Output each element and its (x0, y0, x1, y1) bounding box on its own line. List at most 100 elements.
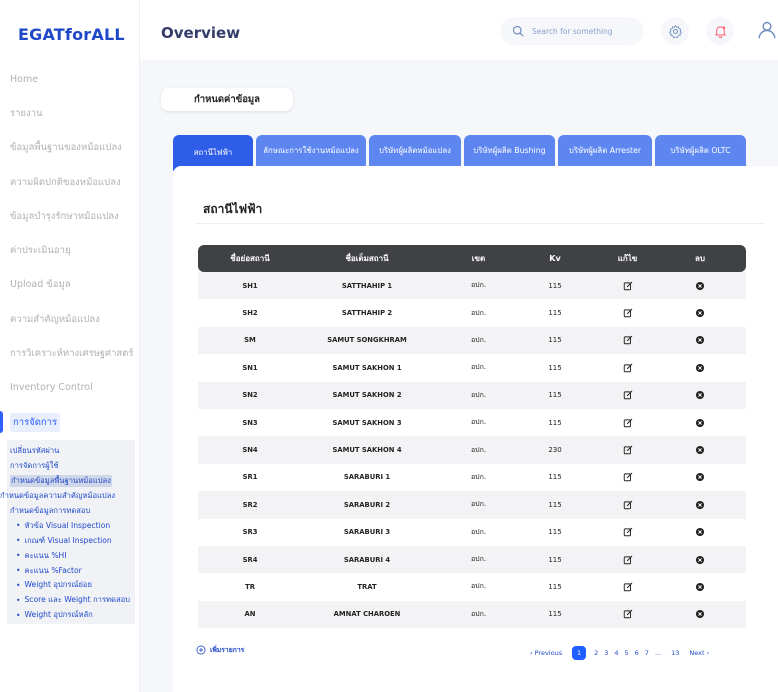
pagination-page[interactable]: 2 (594, 649, 598, 657)
search-bar[interactable] (500, 17, 644, 45)
pagination-previous[interactable]: Previous (535, 649, 562, 657)
cell-kv: 115 (548, 473, 562, 482)
cell-zone: อปก. (470, 527, 487, 536)
pagination-page[interactable]: 5 (625, 649, 629, 657)
sidebar-item-reports[interactable]: รายงาน (0, 96, 140, 130)
delete-button[interactable] (670, 472, 730, 482)
delete-icon (695, 391, 705, 400)
edit-button[interactable] (585, 363, 670, 373)
pagination-page[interactable]: 6 (635, 649, 639, 657)
delete-button[interactable] (670, 418, 730, 428)
submenu-item-visual-criteria[interactable]: เกณฑ์ Visual Inspection (10, 533, 142, 548)
column-header-code[interactable]: ชื่อย่อสถานี (198, 252, 302, 265)
cell-zone: อปก. (470, 390, 487, 399)
sidebar-item-home[interactable]: Home (0, 62, 140, 96)
cell-code: TR (245, 582, 255, 591)
add-item-button[interactable]: เพิ่มรายการ (196, 644, 244, 655)
submenu-item-sub-weight[interactable]: Weight อุปกรณ์ย่อย (10, 578, 142, 593)
tab-oltc-manufacturer[interactable]: บริษัทผู้ผลิต OLTC (655, 135, 746, 167)
sidebar-item-transformer-faults[interactable]: ความผิดปกติของหม้อแปลง (0, 165, 140, 199)
table-row: AN AMNAT CHAROEN อปก. 115 (198, 600, 746, 629)
delete-icon (695, 363, 705, 372)
edit-button[interactable] (585, 500, 670, 510)
table-row: SM SAMUT SONGKHRAM อปก. 115 (198, 326, 746, 355)
cell-name: SARABURI 3 (343, 528, 391, 537)
submenu-item-hi-score[interactable]: คะแนน %HI (10, 548, 142, 563)
cell-code: SH2 (242, 309, 258, 318)
tab-transformer-manufacturer[interactable]: บริษัทผู้ผลิตหม้อแปลง (369, 135, 461, 167)
edit-button[interactable] (585, 472, 670, 482)
sidebar-item-importance[interactable]: ความสำคัญหม้อแปลง (0, 302, 140, 336)
delete-button[interactable] (670, 445, 730, 455)
submenu-item-main-weight[interactable]: Weight อุปกรณ์หลัก (10, 608, 142, 623)
sidebar-item-transformer-basic-data[interactable]: ข้อมูลพื้นฐานของหม้อแปลง (0, 131, 140, 165)
column-header-zone[interactable]: เขต (432, 252, 525, 265)
divider (196, 223, 764, 224)
sidebar-item-life-assessment[interactable]: ค่าประเมินอายุ (0, 233, 140, 267)
tab-arrester-manufacturer[interactable]: บริษัทผู้ผลิต Arrester (558, 135, 652, 167)
chevron-left-icon: ‹ (530, 649, 533, 657)
cell-kv: 115 (548, 391, 562, 400)
search-input[interactable] (532, 26, 642, 36)
table-body: SH1 SATTHAHIP 1 อปก. 115 SH2 SATTHAHIP 2 อปก. 1… (198, 272, 746, 629)
avatar[interactable] (752, 17, 778, 45)
section-pill: กำหนดค่าข้อมูล (161, 88, 293, 111)
edit-button[interactable] (585, 445, 670, 455)
submenu-item-factor-score[interactable]: คะแนน %Factor (10, 563, 142, 578)
sidebar-item-upload[interactable]: Upload ข้อมูล (0, 268, 140, 302)
submenu-item-user-management[interactable]: การจัดการผู้ใช้ (10, 459, 142, 474)
settings-button[interactable] (661, 17, 689, 45)
sidebar-item-economic-analysis[interactable]: การวิเคราะห์ทางเศรษฐศาสตร์ (0, 336, 140, 370)
cell-kv: 115 (548, 363, 562, 372)
submenu-item-change-password[interactable]: เปลี่ยนรหัสผ่าน (10, 444, 142, 459)
tab-bushing-manufacturer[interactable]: บริษัทผู้ผลิต Bushing (464, 135, 555, 167)
submenu-item-test-score-weight[interactable]: Score และ Weight การทดสอบ (10, 593, 142, 608)
edit-button[interactable] (585, 308, 670, 318)
tab-transformer-usage[interactable]: ลักษณะการใช้งานหม้อแปลง (256, 135, 366, 167)
column-header-name[interactable]: ชื่อเต็มสถานี (302, 252, 432, 265)
pagination-page[interactable]: 7 (645, 649, 649, 657)
edit-button[interactable] (585, 527, 670, 537)
cell-name: SARABURI 2 (343, 500, 391, 509)
plus-circle-icon (196, 645, 206, 654)
delete-icon (695, 336, 705, 345)
edit-button[interactable] (585, 582, 670, 592)
pagination-page[interactable]: 13 (671, 649, 679, 657)
delete-button[interactable] (670, 527, 730, 537)
delete-button[interactable] (670, 390, 730, 400)
cell-name: SAMUT SAKHON 1 (332, 363, 402, 372)
pagination-page[interactable]: 4 (614, 649, 618, 657)
edit-button[interactable] (585, 555, 670, 565)
delete-button[interactable] (670, 363, 730, 373)
sidebar-item-inventory-control[interactable]: Inventory Control (0, 371, 140, 405)
delete-button[interactable] (670, 609, 730, 619)
submenu-item-basic-data-config[interactable]: กำหนดข้อมูลพื้นฐานหม้อแปลง (10, 474, 142, 489)
column-header-kv[interactable]: Kv (525, 254, 585, 263)
pagination-next[interactable]: Next (689, 649, 704, 657)
delete-button[interactable] (670, 582, 730, 592)
sidebar-item-management[interactable]: การจัดการ (0, 405, 140, 439)
sidebar-item-maintenance-data[interactable]: ข้อมูลบำรุงรักษาหม้อแปลง (0, 199, 140, 233)
notifications-button[interactable] (706, 17, 734, 45)
delete-button[interactable] (670, 500, 730, 510)
edit-button[interactable] (585, 281, 670, 291)
app-logo[interactable]: EGATforALL (18, 25, 125, 44)
edit-button[interactable] (585, 390, 670, 400)
submenu-item-importance-config[interactable]: กำหนดข้อมูลความสำคัญหม้อแปลง (0, 489, 142, 504)
edit-button[interactable] (585, 335, 670, 345)
top-header: Overview (140, 0, 778, 60)
delete-button[interactable] (670, 335, 730, 345)
pagination-page[interactable]: 3 (604, 649, 608, 657)
delete-button[interactable] (670, 308, 730, 318)
delete-button[interactable] (670, 281, 730, 291)
edit-icon (623, 445, 632, 455)
submenu-item-visual-topics[interactable]: หัวข้อ Visual Inspection (10, 518, 142, 533)
user-icon (758, 21, 776, 39)
delete-button[interactable] (670, 555, 730, 565)
submenu-item-test-data-config[interactable]: กำหนดข้อมูลการทดสอบ (10, 504, 142, 519)
pagination-current[interactable]: 1 (572, 646, 587, 660)
edit-button[interactable] (585, 418, 670, 428)
edit-button[interactable] (585, 609, 670, 619)
cell-zone: อปก. (470, 281, 487, 290)
cell-name: SARABURI 1 (343, 473, 391, 482)
